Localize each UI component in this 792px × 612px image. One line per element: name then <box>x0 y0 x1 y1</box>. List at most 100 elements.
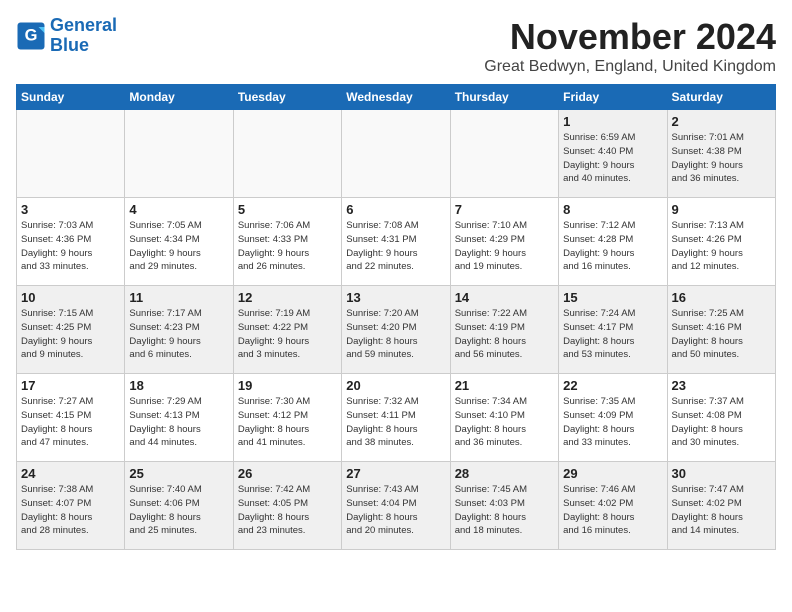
logo: G General Blue <box>16 16 117 56</box>
calendar-cell <box>450 110 558 198</box>
week-row-3: 10Sunrise: 7:15 AM Sunset: 4:25 PM Dayli… <box>17 286 776 374</box>
calendar-cell: 13 Sunrise: 7:20 AM Sunset: 4:20 PM Dayli… <box>342 286 450 374</box>
day-number: 18 <box>129 378 228 393</box>
day-number: 26 <box>238 466 337 481</box>
calendar-cell: 15Sunrise: 7:24 AM Sunset: 4:17 PM Dayli… <box>559 286 667 374</box>
calendar-cell: 24 Sunrise: 7:38 AM Sunset: 4:07 PM Dayli… <box>17 462 125 550</box>
day-info: Sunrise: 7:01 AM Sunset: 4:38 PM Dayligh… <box>672 131 771 186</box>
day-info: Sunrise: 7:38 AM Sunset: 4:07 PM Dayligh… <box>21 483 120 538</box>
weekday-header-friday: Friday <box>559 85 667 110</box>
calendar-cell: 26Sunrise: 7:42 AM Sunset: 4:05 PM Dayli… <box>233 462 341 550</box>
calendar-cell: 14Sunrise: 7:22 AM Sunset: 4:19 PM Dayli… <box>450 286 558 374</box>
day-number: 4 <box>129 202 228 217</box>
day-info: Sunrise: 7:13 AM Sunset: 4:26 PM Dayligh… <box>672 219 771 274</box>
day-info: Sunrise: 7:22 AM Sunset: 4:19 PM Dayligh… <box>455 307 554 362</box>
location-title: Great Bedwyn, England, United Kingdom <box>484 58 776 76</box>
header: G General Blue November 2024 Great Bedwy… <box>16 16 776 76</box>
day-number: 28 <box>455 466 554 481</box>
calendar-cell <box>233 110 341 198</box>
weekday-header-row: SundayMondayTuesdayWednesdayThursdayFrid… <box>17 85 776 110</box>
logo-text: General Blue <box>50 16 117 56</box>
calendar-cell: 30 Sunrise: 7:47 AM Sunset: 4:02 PM Dayli… <box>667 462 775 550</box>
calendar-cell: 1 Sunrise: 6:59 AM Sunset: 4:40 PM Daylig… <box>559 110 667 198</box>
day-number: 29 <box>563 466 662 481</box>
calendar-cell: 23Sunrise: 7:37 AM Sunset: 4:08 PM Dayli… <box>667 374 775 462</box>
calendar-cell: 25Sunrise: 7:40 AM Sunset: 4:06 PM Dayli… <box>125 462 233 550</box>
calendar-cell: 16 Sunrise: 7:25 AM Sunset: 4:16 PM Dayli… <box>667 286 775 374</box>
day-number: 16 <box>672 290 771 305</box>
day-info: Sunrise: 7:12 AM Sunset: 4:28 PM Dayligh… <box>563 219 662 274</box>
month-title: November 2024 <box>484 16 776 58</box>
day-number: 1 <box>563 114 662 129</box>
calendar-cell: 7Sunrise: 7:10 AM Sunset: 4:29 PM Daylig… <box>450 198 558 286</box>
calendar-cell: 10Sunrise: 7:15 AM Sunset: 4:25 PM Dayli… <box>17 286 125 374</box>
day-number: 27 <box>346 466 445 481</box>
day-number: 24 <box>21 466 120 481</box>
calendar-cell: 17 Sunrise: 7:27 AM Sunset: 4:15 PM Dayli… <box>17 374 125 462</box>
day-number: 20 <box>346 378 445 393</box>
calendar-cell: 21Sunrise: 7:34 AM Sunset: 4:10 PM Dayli… <box>450 374 558 462</box>
calendar-cell: 2 Sunrise: 7:01 AM Sunset: 4:38 PM Daylig… <box>667 110 775 198</box>
weekday-header-monday: Monday <box>125 85 233 110</box>
day-info: Sunrise: 7:27 AM Sunset: 4:15 PM Dayligh… <box>21 395 120 450</box>
day-info: Sunrise: 7:34 AM Sunset: 4:10 PM Dayligh… <box>455 395 554 450</box>
day-info: Sunrise: 7:17 AM Sunset: 4:23 PM Dayligh… <box>129 307 228 362</box>
day-number: 8 <box>563 202 662 217</box>
day-info: Sunrise: 7:40 AM Sunset: 4:06 PM Dayligh… <box>129 483 228 538</box>
day-info: Sunrise: 7:29 AM Sunset: 4:13 PM Dayligh… <box>129 395 228 450</box>
calendar-cell: 8 Sunrise: 7:12 AM Sunset: 4:28 PM Daylig… <box>559 198 667 286</box>
day-number: 5 <box>238 202 337 217</box>
calendar-cell <box>342 110 450 198</box>
logo-line1: General <box>50 15 117 35</box>
day-info: Sunrise: 7:03 AM Sunset: 4:36 PM Dayligh… <box>21 219 120 274</box>
calendar-cell: 3 Sunrise: 7:03 AM Sunset: 4:36 PM Daylig… <box>17 198 125 286</box>
day-number: 11 <box>129 290 228 305</box>
day-info: Sunrise: 7:32 AM Sunset: 4:11 PM Dayligh… <box>346 395 445 450</box>
day-info: Sunrise: 7:47 AM Sunset: 4:02 PM Dayligh… <box>672 483 771 538</box>
day-number: 12 <box>238 290 337 305</box>
calendar-cell: 12 Sunrise: 7:19 AM Sunset: 4:22 PM Dayli… <box>233 286 341 374</box>
weekday-header-wednesday: Wednesday <box>342 85 450 110</box>
day-number: 17 <box>21 378 120 393</box>
calendar-cell: 9Sunrise: 7:13 AM Sunset: 4:26 PM Daylig… <box>667 198 775 286</box>
day-number: 3 <box>21 202 120 217</box>
day-info: Sunrise: 7:43 AM Sunset: 4:04 PM Dayligh… <box>346 483 445 538</box>
weekday-header-thursday: Thursday <box>450 85 558 110</box>
calendar-cell: 4Sunrise: 7:05 AM Sunset: 4:34 PM Daylig… <box>125 198 233 286</box>
calendar-cell: 19 Sunrise: 7:30 AM Sunset: 4:12 PM Dayli… <box>233 374 341 462</box>
day-info: Sunrise: 7:08 AM Sunset: 4:31 PM Dayligh… <box>346 219 445 274</box>
calendar-cell: 28 Sunrise: 7:45 AM Sunset: 4:03 PM Dayli… <box>450 462 558 550</box>
calendar-cell: 18 Sunrise: 7:29 AM Sunset: 4:13 PM Dayli… <box>125 374 233 462</box>
day-number: 2 <box>672 114 771 129</box>
day-info: Sunrise: 6:59 AM Sunset: 4:40 PM Dayligh… <box>563 131 662 186</box>
calendar-cell: 20 Sunrise: 7:32 AM Sunset: 4:11 PM Dayli… <box>342 374 450 462</box>
day-info: Sunrise: 7:35 AM Sunset: 4:09 PM Dayligh… <box>563 395 662 450</box>
day-number: 6 <box>346 202 445 217</box>
week-row-5: 24 Sunrise: 7:38 AM Sunset: 4:07 PM Dayli… <box>17 462 776 550</box>
day-number: 19 <box>238 378 337 393</box>
logo-icon: G <box>16 21 46 51</box>
day-info: Sunrise: 7:10 AM Sunset: 4:29 PM Dayligh… <box>455 219 554 274</box>
day-info: Sunrise: 7:45 AM Sunset: 4:03 PM Dayligh… <box>455 483 554 538</box>
day-number: 23 <box>672 378 771 393</box>
week-row-4: 17 Sunrise: 7:27 AM Sunset: 4:15 PM Dayli… <box>17 374 776 462</box>
day-info: Sunrise: 7:25 AM Sunset: 4:16 PM Dayligh… <box>672 307 771 362</box>
day-number: 13 <box>346 290 445 305</box>
day-info: Sunrise: 7:30 AM Sunset: 4:12 PM Dayligh… <box>238 395 337 450</box>
day-number: 15 <box>563 290 662 305</box>
svg-text:G: G <box>25 26 38 44</box>
day-number: 30 <box>672 466 771 481</box>
day-number: 10 <box>21 290 120 305</box>
day-info: Sunrise: 7:20 AM Sunset: 4:20 PM Dayligh… <box>346 307 445 362</box>
week-row-2: 3 Sunrise: 7:03 AM Sunset: 4:36 PM Daylig… <box>17 198 776 286</box>
calendar-table: SundayMondayTuesdayWednesdayThursdayFrid… <box>16 84 776 550</box>
calendar-cell: 11 Sunrise: 7:17 AM Sunset: 4:23 PM Dayli… <box>125 286 233 374</box>
day-info: Sunrise: 7:46 AM Sunset: 4:02 PM Dayligh… <box>563 483 662 538</box>
week-row-1: 1 Sunrise: 6:59 AM Sunset: 4:40 PM Daylig… <box>17 110 776 198</box>
title-area: November 2024 Great Bedwyn, England, Uni… <box>484 16 776 76</box>
weekday-header-sunday: Sunday <box>17 85 125 110</box>
calendar-cell <box>17 110 125 198</box>
calendar-cell: 27 Sunrise: 7:43 AM Sunset: 4:04 PM Dayli… <box>342 462 450 550</box>
day-info: Sunrise: 7:19 AM Sunset: 4:22 PM Dayligh… <box>238 307 337 362</box>
calendar-cell: 29 Sunrise: 7:46 AM Sunset: 4:02 PM Dayli… <box>559 462 667 550</box>
